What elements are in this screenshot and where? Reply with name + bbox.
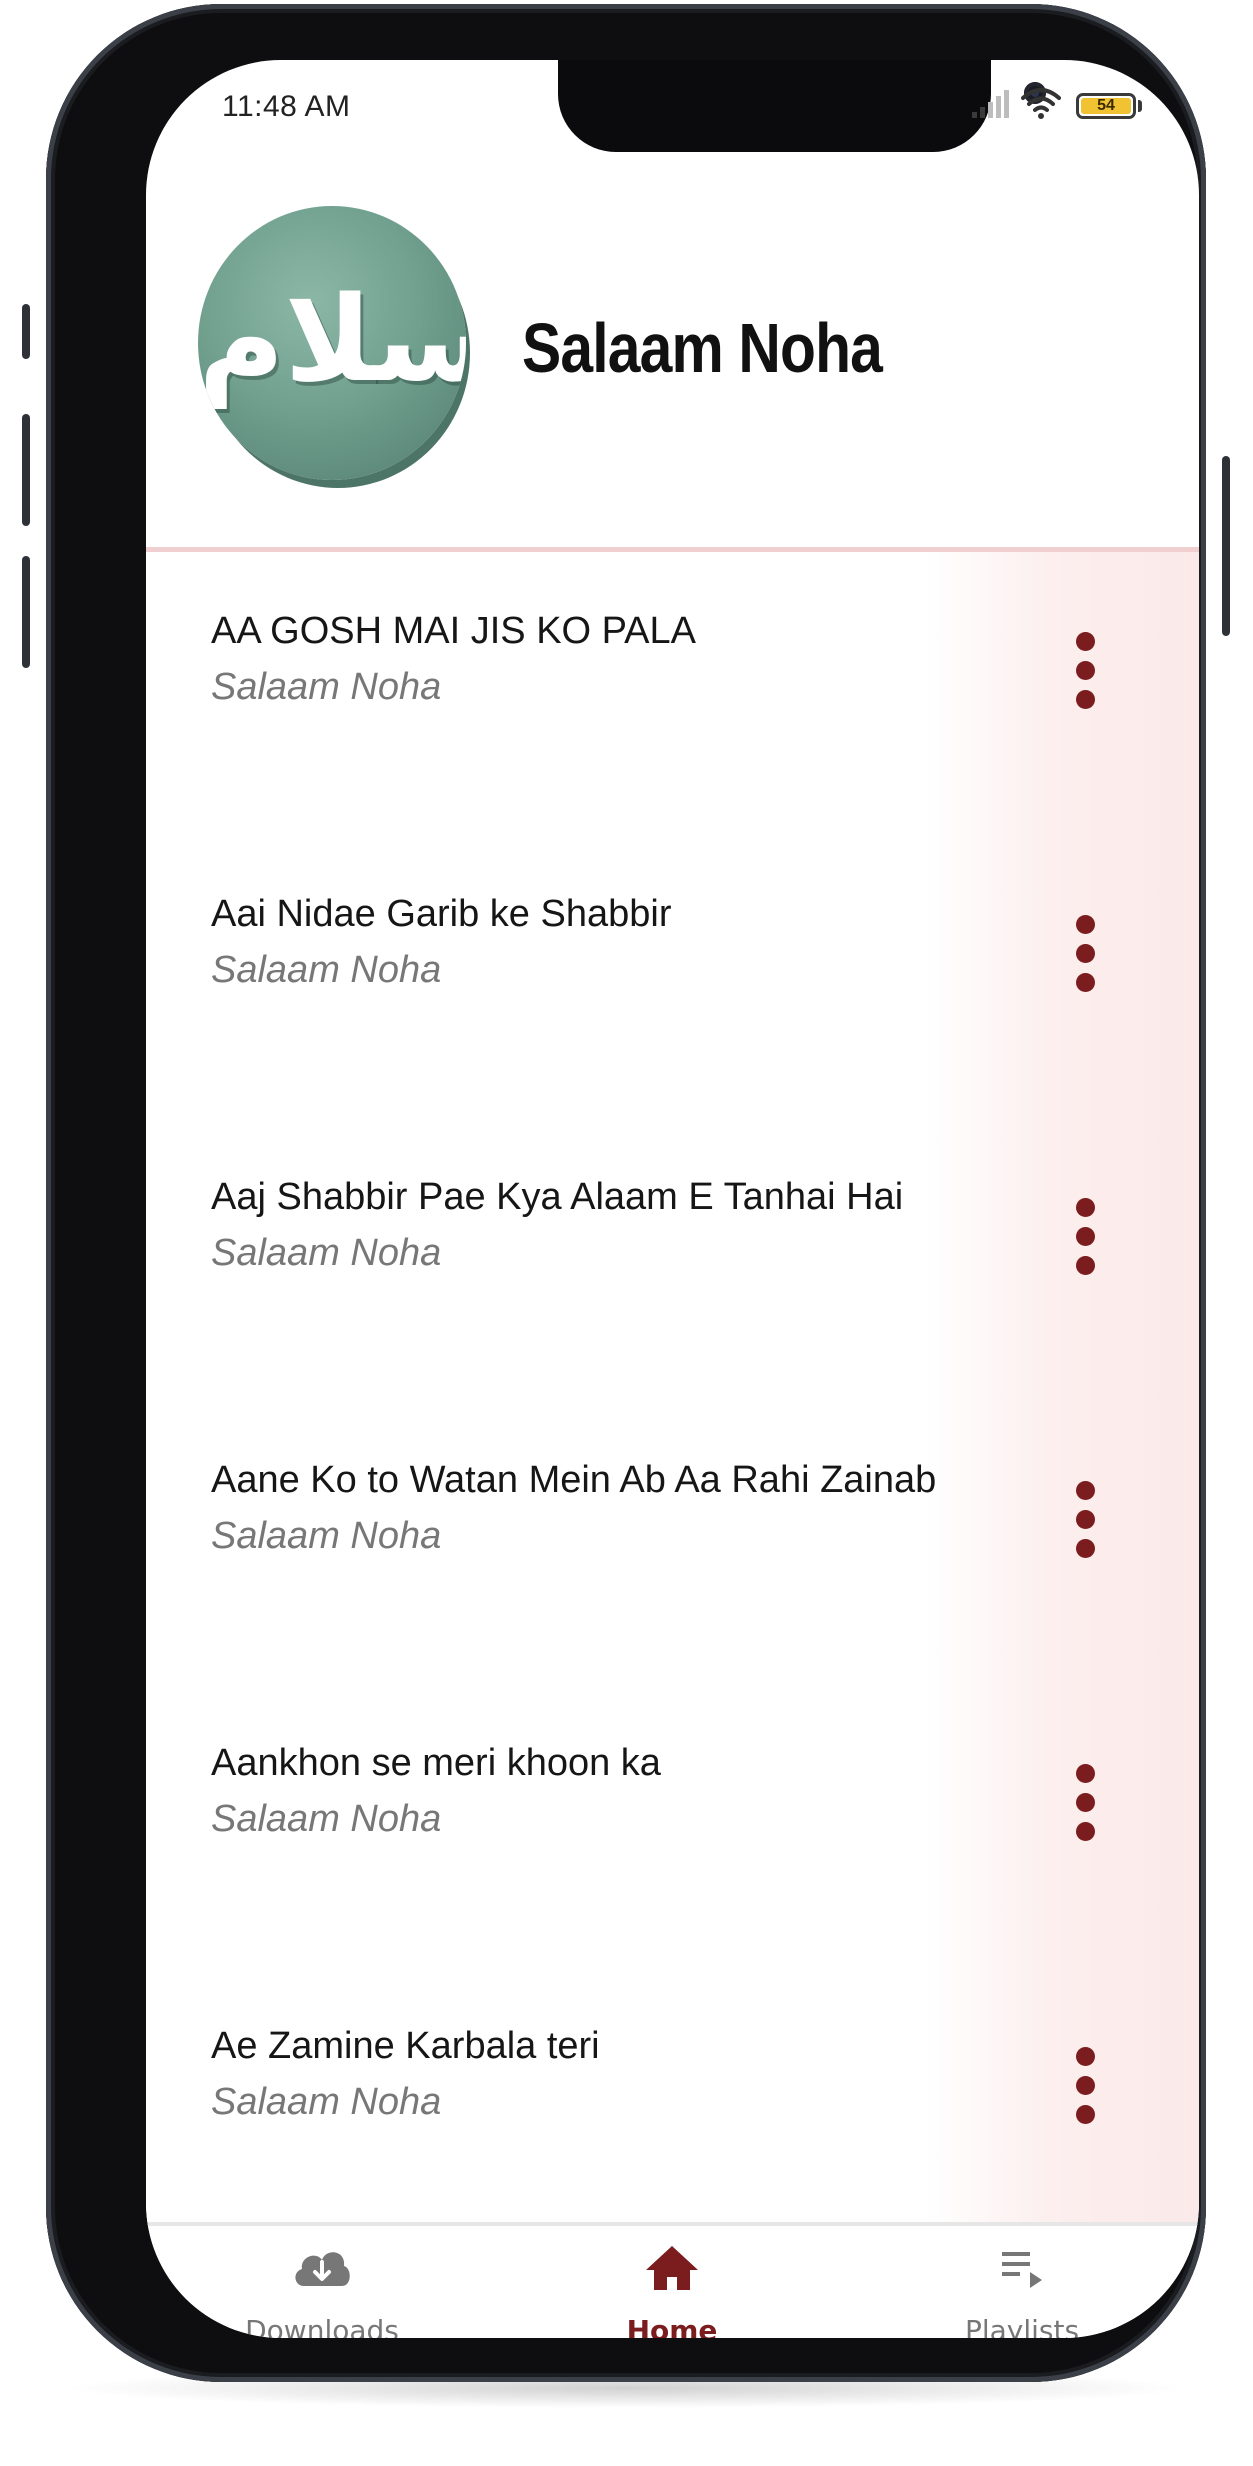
phone-frame: 11:48 AM 54 سلام Salaam Noha AA GOSH MAI… bbox=[22, 4, 1230, 2382]
list-item[interactable]: AA GOSH MAI JIS KO PALA Salaam Noha bbox=[146, 552, 1199, 835]
screen: 11:48 AM 54 سلام Salaam Noha AA GOSH MAI… bbox=[146, 60, 1199, 2338]
list-item[interactable]: Aane Ko to Watan Mein Ab Aa Rahi Zainab … bbox=[146, 1401, 1199, 1684]
battery-level: 54 bbox=[1081, 98, 1131, 114]
nav-downloads[interactable]: Downloads bbox=[222, 2226, 422, 2338]
song-title: Aane Ko to Watan Mein Ab Aa Rahi Zainab bbox=[211, 1459, 937, 1501]
nav-home[interactable]: Home bbox=[572, 2226, 772, 2338]
more-options-icon[interactable] bbox=[1058, 1760, 1112, 1844]
page-title: Salaam Noha bbox=[522, 309, 883, 387]
song-subtitle: Salaam Noha bbox=[211, 666, 442, 708]
list-item[interactable]: Aaj Shabbir Pae Kya Alaam E Tanhai Hai S… bbox=[146, 1118, 1199, 1401]
home-icon bbox=[646, 2246, 698, 2290]
notch bbox=[558, 60, 1046, 152]
list-item[interactable]: Ae Zamine Karbala teri Salaam Noha bbox=[146, 1967, 1199, 2250]
song-list: AA GOSH MAI JIS KO PALA Salaam Noha Aai … bbox=[146, 552, 1199, 2222]
app-logo: سلام bbox=[198, 206, 466, 480]
song-title: Aaj Shabbir Pae Kya Alaam E Tanhai Hai bbox=[211, 1176, 904, 1218]
song-title: Aai Nidae Garib ke Shabbir bbox=[211, 893, 672, 935]
more-options-icon[interactable] bbox=[1058, 628, 1112, 712]
more-options-icon[interactable] bbox=[1058, 1477, 1112, 1561]
mute-switch bbox=[22, 304, 30, 359]
cloud-download-icon bbox=[295, 2252, 350, 2286]
more-options-icon[interactable] bbox=[1058, 1194, 1112, 1278]
nav-playlists[interactable]: Playlists bbox=[922, 2226, 1122, 2338]
battery-icon: 54 bbox=[1076, 93, 1136, 119]
song-title: Aankhon se meri khoon ka bbox=[211, 1742, 661, 1784]
song-subtitle: Salaam Noha bbox=[211, 949, 442, 991]
nav-downloads-label: Downloads bbox=[245, 2314, 399, 2338]
more-options-icon[interactable] bbox=[1058, 911, 1112, 995]
song-subtitle: Salaam Noha bbox=[211, 1798, 442, 1840]
signal-icon bbox=[972, 90, 1009, 118]
volume-down-button bbox=[22, 556, 30, 668]
volume-up-button bbox=[22, 414, 30, 526]
playlist-play-icon bbox=[1002, 2252, 1042, 2288]
song-subtitle: Salaam Noha bbox=[211, 1232, 442, 1274]
status-time: 11:48 AM bbox=[222, 90, 351, 123]
more-options-icon[interactable] bbox=[1058, 2043, 1112, 2127]
nav-playlists-label: Playlists bbox=[964, 2314, 1080, 2338]
bottom-nav: Downloads Home Playlists bbox=[146, 2222, 1199, 2338]
logo-calligraphy: سلام bbox=[198, 270, 466, 408]
power-button bbox=[1222, 456, 1230, 636]
nav-home-label: Home bbox=[626, 2314, 718, 2338]
list-item[interactable]: Aai Nidae Garib ke Shabbir Salaam Noha bbox=[146, 835, 1199, 1118]
wifi-icon bbox=[1021, 88, 1061, 119]
song-subtitle: Salaam Noha bbox=[211, 2081, 442, 2123]
song-title: AA GOSH MAI JIS KO PALA bbox=[211, 610, 697, 652]
list-item[interactable]: Aankhon se meri khoon ka Salaam Noha bbox=[146, 1684, 1199, 1967]
song-subtitle: Salaam Noha bbox=[211, 1515, 442, 1557]
song-title: Ae Zamine Karbala teri bbox=[211, 2025, 600, 2067]
battery-tip bbox=[1138, 100, 1142, 112]
